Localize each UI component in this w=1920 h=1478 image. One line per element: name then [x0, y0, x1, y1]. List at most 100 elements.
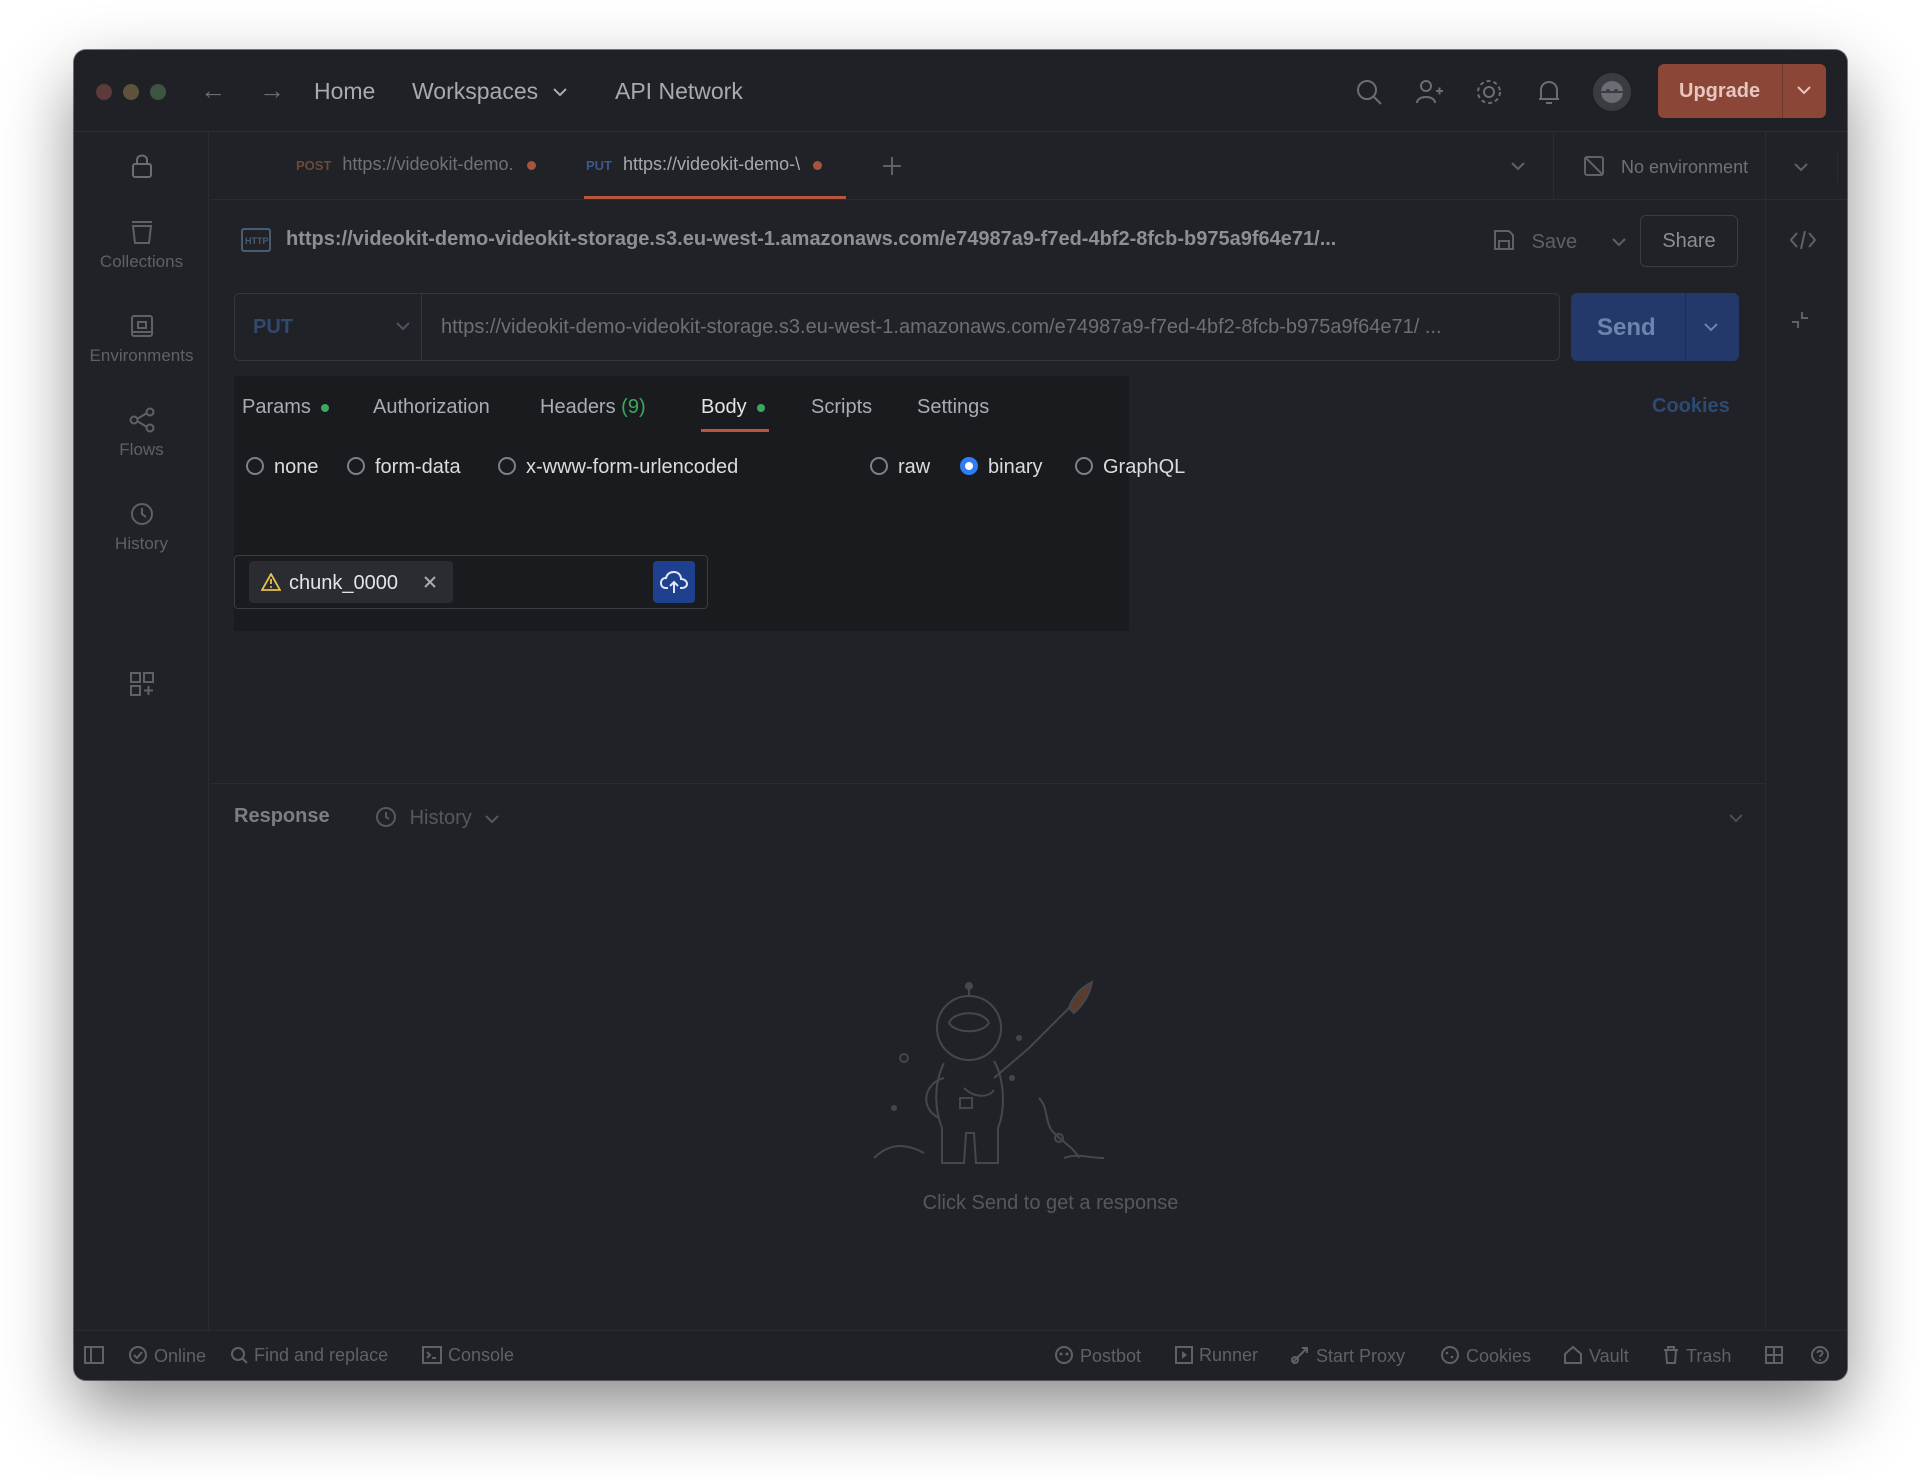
chevron-down-icon[interactable]	[1728, 812, 1744, 824]
title-bar: ← → Home Workspaces API Network Upgrade	[74, 50, 1847, 132]
sidebar-item-label: Flows	[119, 440, 164, 459]
nav-workspaces-label: Workspaces	[412, 78, 539, 104]
forward-arrow-icon[interactable]: →	[259, 75, 285, 106]
nav-home[interactable]: Home	[314, 78, 375, 105]
environment-selector[interactable]: No environment	[1582, 154, 1809, 178]
layout-grid-icon[interactable]	[1764, 1345, 1790, 1367]
response-empty-message: Click Send to get a response	[922, 1192, 1179, 1214]
back-arrow-icon[interactable]: ←	[200, 75, 226, 106]
add-widgets-icon[interactable]	[74, 670, 209, 704]
request-title[interactable]: https://videokit-demo-videokit-storage.s…	[286, 228, 1336, 251]
collapse-icon[interactable]	[1788, 308, 1812, 332]
body-type-form-data[interactable]: form-data	[347, 456, 461, 479]
radio-button[interactable]	[246, 457, 264, 475]
minimize-window-button[interactable]	[123, 84, 139, 100]
body-type-binary[interactable]: binary	[960, 456, 1042, 479]
nav-api-network[interactable]: API Network	[615, 78, 743, 105]
upgrade-button[interactable]: Upgrade	[1658, 64, 1826, 118]
request-tab-post[interactable]: POST https://videokit-demo.	[296, 154, 536, 175]
upgrade-divider	[1782, 64, 1783, 118]
search-icon[interactable]	[1354, 77, 1384, 107]
postbot-button[interactable]: Postbot	[1054, 1345, 1141, 1367]
tab-body-label: Body	[701, 396, 747, 418]
radio-button[interactable]	[870, 457, 888, 475]
tab-method: POST	[296, 158, 332, 173]
request-tab-put[interactable]: PUT https://videokit-demo-\	[586, 154, 823, 175]
toggle-sidebar-icon[interactable]	[84, 1345, 110, 1366]
radio-label: none	[274, 456, 319, 478]
send-button[interactable]: Send	[1571, 293, 1739, 361]
tab-authorization[interactable]: Authorization	[373, 396, 490, 419]
console-button[interactable]: Console	[422, 1345, 514, 1366]
history-icon	[130, 503, 153, 525]
save-icon	[1494, 230, 1514, 250]
chevron-down-icon[interactable]	[1796, 82, 1812, 98]
bell-icon[interactable]	[1534, 77, 1564, 107]
trash-button[interactable]: Trash	[1662, 1345, 1731, 1367]
tab-bar-divider	[1553, 132, 1554, 200]
invite-user-icon[interactable]	[1414, 77, 1444, 107]
close-window-button[interactable]	[96, 84, 112, 100]
response-history-dropdown[interactable]: History	[374, 805, 500, 830]
avatar[interactable]	[1592, 72, 1632, 112]
flows-icon	[129, 407, 154, 433]
body-type-urlencoded[interactable]: x-www-form-urlencoded	[498, 456, 738, 479]
nav-workspaces[interactable]: Workspaces	[412, 78, 567, 105]
help-icon[interactable]	[1810, 1345, 1836, 1367]
chevron-down-icon	[552, 88, 567, 97]
http-icon: HTTP	[241, 228, 271, 252]
chevron-down-icon[interactable]	[1611, 236, 1627, 248]
tab-settings[interactable]: Settings	[917, 396, 989, 419]
radio-button[interactable]	[347, 457, 365, 475]
share-button[interactable]: Share	[1640, 215, 1738, 267]
binary-file-field[interactable]: chunk_0000	[234, 555, 708, 609]
chevron-down-icon[interactable]	[1510, 160, 1526, 172]
find-replace-button[interactable]: Find and replace	[230, 1345, 388, 1366]
lock-icon[interactable]	[74, 152, 209, 186]
radio-button[interactable]	[1075, 457, 1093, 475]
save-button[interactable]: Save	[1492, 228, 1627, 254]
tab-body[interactable]: Body	[701, 396, 765, 419]
radio-button[interactable]	[498, 457, 516, 475]
cookie-icon	[1441, 1346, 1459, 1364]
new-tab-plus-icon[interactable]	[880, 154, 904, 178]
status-online[interactable]: Online	[128, 1345, 206, 1367]
code-icon[interactable]	[1788, 228, 1818, 252]
tab-scripts[interactable]: Scripts	[811, 396, 872, 419]
request-options-panel: Params Authorization Headers (9) Body Sc…	[234, 376, 1185, 631]
environment-label: No environment	[1621, 157, 1749, 177]
tab-bar-divider	[1837, 150, 1838, 182]
tab-params[interactable]: Params	[242, 396, 329, 419]
status-cookies-button[interactable]: Cookies	[1440, 1345, 1531, 1367]
upload-file-button[interactable]	[653, 561, 695, 603]
sidebar-item-collections[interactable]: Collections	[74, 218, 209, 272]
chevron-down-icon	[395, 322, 410, 331]
sidebar-item-history[interactable]: History	[74, 500, 209, 554]
body-type-none[interactable]: none	[246, 456, 319, 479]
url-input[interactable]: https://videokit-demo-videokit-storage.s…	[441, 316, 1541, 339]
sidebar-item-flows[interactable]: Flows	[74, 406, 209, 460]
request-tab-bar: POST https://videokit-demo. PUT https://…	[210, 132, 1847, 200]
vault-button[interactable]: Vault	[1563, 1345, 1629, 1367]
body-type-raw[interactable]: raw	[870, 456, 930, 479]
sidebar-item-environments[interactable]: Environments	[74, 312, 209, 366]
runner-button[interactable]: Runner	[1175, 1345, 1258, 1366]
response-title: Response	[234, 805, 330, 827]
collections-icon	[131, 221, 152, 244]
gear-icon[interactable]	[1474, 77, 1504, 107]
body-type-graphql[interactable]: GraphQL	[1075, 456, 1185, 479]
tab-label: https://videokit-demo-\	[623, 154, 801, 174]
upgrade-label: Upgrade	[1679, 80, 1761, 102]
tab-headers[interactable]: Headers (9)	[540, 396, 646, 419]
start-proxy-button[interactable]: Start Proxy	[1290, 1345, 1405, 1367]
radio-label: binary	[988, 456, 1043, 478]
radio-button-selected[interactable]	[960, 457, 978, 475]
no-environment-icon	[1584, 156, 1604, 176]
chevron-down-icon[interactable]	[1703, 321, 1719, 333]
headers-count: (9)	[621, 396, 646, 418]
close-icon[interactable]	[423, 575, 437, 589]
method-select[interactable]: PUT	[253, 316, 411, 339]
cookies-link[interactable]: Cookies	[1652, 395, 1730, 418]
maximize-window-button[interactable]	[150, 84, 166, 100]
right-rail-divider	[1765, 132, 1766, 1330]
